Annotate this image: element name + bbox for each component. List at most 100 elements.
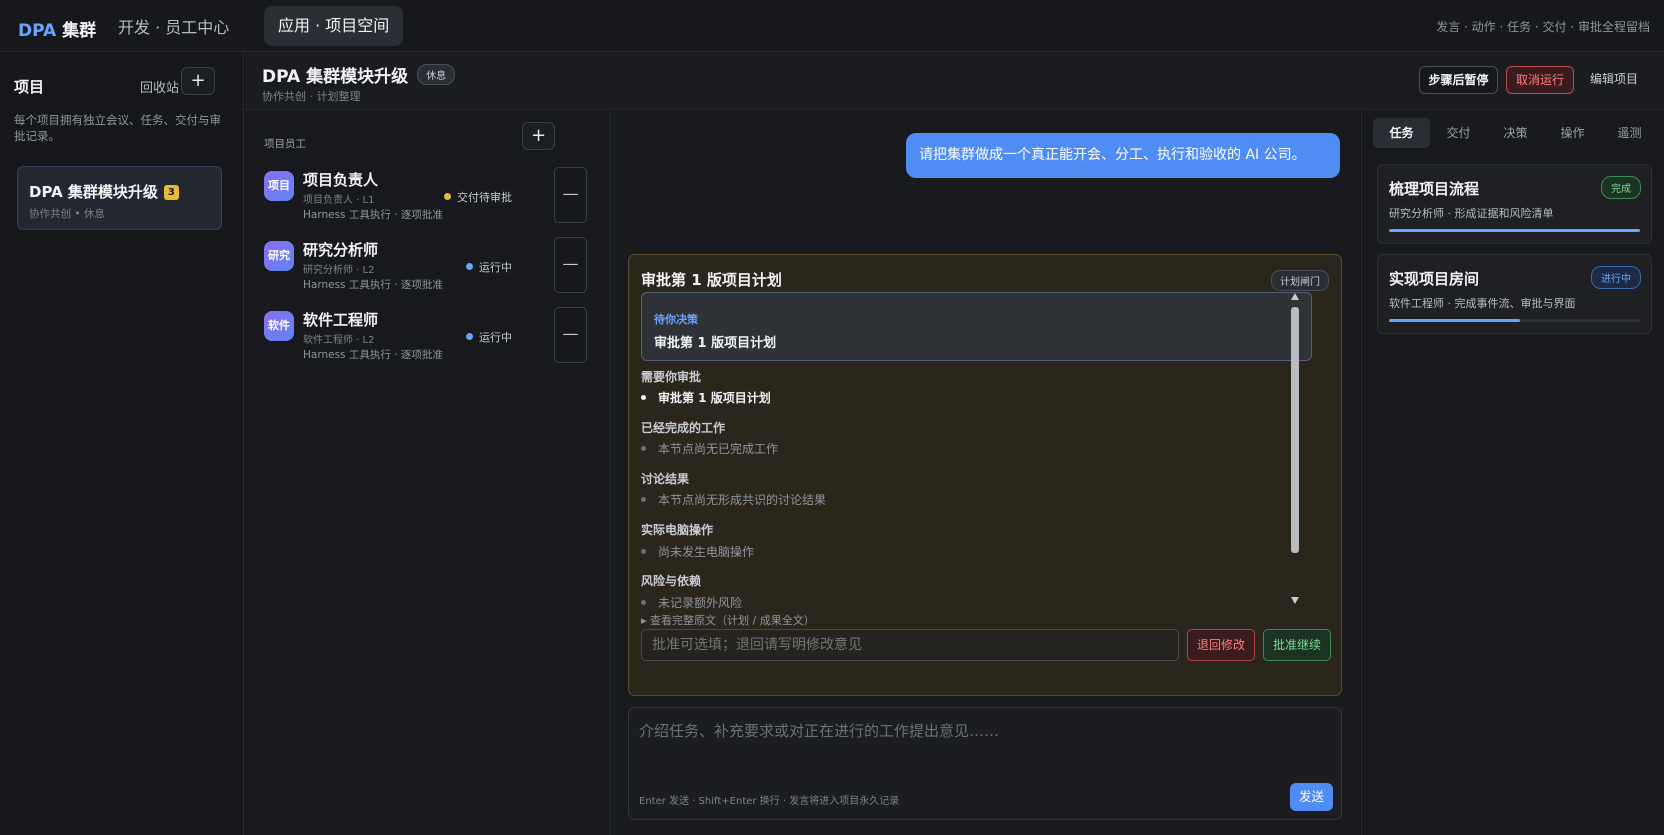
- task-sub: 研究分析师 · 形成证据和风险清单: [1389, 207, 1554, 220]
- task-progress-bar: [1389, 319, 1640, 322]
- tab-tasks[interactable]: 任务: [1373, 118, 1430, 148]
- page-subtitle: 协作共创 · 计划整理: [262, 90, 361, 103]
- avatar: 研究: [264, 241, 294, 271]
- status-dot-icon: [466, 263, 473, 270]
- right-tabs: 任务 交付 决策 操作 遥测: [1373, 118, 1658, 148]
- scrollbar-thumb[interactable]: [1291, 307, 1299, 553]
- user-message-bubble: 请把集群做成一个真正能开会、分工、执行和验收的 AI 公司。: [906, 133, 1340, 178]
- member-name: 研究分析师: [303, 241, 379, 259]
- pending-decision-box: 待你决策 审批第 1 版项目计划: [641, 292, 1312, 361]
- member-collapse-button[interactable]: —: [554, 307, 587, 363]
- nav-dev-employee-center[interactable]: 开发 · 员工中心: [118, 14, 229, 38]
- gate-scrollbar[interactable]: [1290, 291, 1300, 609]
- task-status-badge: 进行中: [1591, 266, 1641, 289]
- task-title: 梳理项目流程: [1389, 180, 1480, 198]
- member-status: 交付待审批: [422, 189, 512, 205]
- member-tooling: Harness 工具执行 · 逐项批准: [303, 209, 443, 221]
- member-name: 项目负责人: [303, 171, 379, 189]
- section-item: 本节点尚无形成共识的讨论结果: [658, 493, 827, 507]
- bullet-icon: [641, 549, 646, 554]
- project-card-sub: 协作共创 • 休息: [29, 208, 105, 220]
- section-title: 风险与依赖: [641, 574, 702, 588]
- pending-label: 待你决策: [654, 313, 698, 326]
- pause-after-step-button[interactable]: 步骤后暂停: [1419, 66, 1498, 94]
- tab-deliverables[interactable]: 交付: [1430, 118, 1487, 148]
- member-role: 项目负责人 · L1: [303, 195, 375, 206]
- status-badge: 休息: [417, 64, 456, 85]
- gate-tag: 计划闸门: [1271, 270, 1329, 291]
- member-row[interactable]: 软件 软件工程师 软件工程师 · L2 Harness 工具执行 · 逐项批准 …: [245, 307, 611, 381]
- cancel-run-button[interactable]: 取消运行: [1506, 66, 1574, 94]
- scroll-down-icon[interactable]: [1291, 597, 1299, 604]
- project-count-badge: 3: [163, 185, 179, 200]
- section-title: 讨论结果: [641, 472, 690, 486]
- sidebar-description: 每个项目拥有独立会议、任务、交付与审批记录。: [14, 113, 221, 143]
- member-tooling: Harness 工具执行 · 逐项批准: [303, 279, 443, 291]
- scroll-up-icon[interactable]: [1291, 293, 1299, 300]
- view-full-text-toggle[interactable]: ▸ 查看完整原文（计划 / 成果全文）: [641, 612, 815, 628]
- tab-telemetry[interactable]: 遥测: [1601, 118, 1658, 148]
- member-row[interactable]: 研究 研究分析师 研究分析师 · L2 Harness 工具执行 · 逐项批准 …: [245, 237, 611, 311]
- composer-hint: Enter 发送 · Shift+Enter 换行 · 发言将进入项目永久记录: [639, 796, 900, 807]
- members-panel: 项目员工 + 项目 项目负责人 项目负责人 · L1 Harness 工具执行 …: [245, 111, 611, 835]
- task-card[interactable]: 实现项目房间 进行中 软件工程师 · 完成事件流、审批与界面: [1377, 254, 1652, 334]
- task-progress-fill: [1389, 319, 1520, 322]
- message-composer[interactable]: 介绍任务、补充要求或对正在进行的工作提出意见…… Enter 发送 · Shif…: [628, 707, 1342, 820]
- member-row[interactable]: 项目 项目负责人 项目负责人 · L1 Harness 工具执行 · 逐项批准 …: [245, 167, 611, 241]
- top-bar: DPA 集群 开发 · 员工中心 应用 · 项目空间 发言 · 动作 · 任务 …: [0, 0, 1664, 52]
- task-sub: 软件工程师 · 完成事件流、审批与界面: [1389, 297, 1576, 310]
- task-progress-fill: [1389, 229, 1640, 232]
- approval-comment-input[interactable]: [641, 629, 1179, 661]
- bullet-icon: [641, 446, 646, 451]
- right-panel: 任务 交付 决策 操作 遥测 梳理项目流程 完成 研究分析师 · 形成证据和风险…: [1361, 111, 1664, 835]
- approval-gate-card: 审批第 1 版项目计划 计划闸门 待你决策 审批第 1 版项目计划 需要你审批 …: [628, 254, 1342, 696]
- member-status: 运行中: [422, 259, 512, 275]
- member-role: 软件工程师 · L2: [303, 335, 375, 346]
- section-item: 尚未发生电脑操作: [658, 545, 755, 559]
- section-item: 本节点尚无已完成工作: [658, 442, 779, 456]
- section-title: 已经完成的工作: [641, 421, 726, 435]
- app-logo[interactable]: DPA 集群: [18, 16, 96, 41]
- project-card-name: DPA 集群模块升级: [29, 183, 158, 201]
- add-member-button[interactable]: +: [522, 122, 555, 150]
- project-card[interactable]: DPA 集群模块升级 3 协作共创 • 休息: [17, 166, 222, 230]
- edit-project-button[interactable]: 编辑项目: [1582, 66, 1646, 94]
- gate-title: 审批第 1 版项目计划: [641, 271, 782, 289]
- add-project-button[interactable]: +: [181, 67, 215, 95]
- status-dot-icon: [444, 193, 451, 200]
- tab-decisions[interactable]: 决策: [1487, 118, 1544, 148]
- task-title: 实现项目房间: [1389, 270, 1480, 288]
- task-status-badge: 完成: [1601, 176, 1641, 199]
- member-role: 研究分析师 · L2: [303, 265, 375, 276]
- section-title: 实际电脑操作: [641, 523, 714, 537]
- member-tooling: Harness 工具执行 · 逐项批准: [303, 349, 443, 361]
- avatar: 软件: [264, 311, 294, 341]
- section-item: 未记录额外风险: [658, 596, 743, 610]
- bullet-icon: [641, 497, 646, 502]
- status-dot-icon: [466, 333, 473, 340]
- task-progress-bar: [1389, 229, 1640, 232]
- member-name: 软件工程师: [303, 311, 379, 329]
- project-header: DPA 集群模块升级 休息 协作共创 · 计划整理 步骤后暂停 取消运行 编辑项目: [245, 52, 1664, 110]
- member-status: 运行中: [422, 329, 512, 345]
- project-sidebar: 项目 回收站 + 每个项目拥有独立会议、任务、交付与审批记录。 DPA 集群模块…: [0, 52, 244, 835]
- member-collapse-button[interactable]: —: [554, 237, 587, 293]
- task-card[interactable]: 梳理项目流程 完成 研究分析师 · 形成证据和风险清单: [1377, 164, 1652, 244]
- tab-operations[interactable]: 操作: [1544, 118, 1601, 148]
- section-item: 审批第 1 版项目计划: [658, 391, 771, 405]
- nav-app-project-space[interactable]: 应用 · 项目空间: [264, 6, 404, 46]
- pending-value: 审批第 1 版项目计划: [654, 336, 777, 351]
- approve-continue-button[interactable]: 批准继续: [1263, 629, 1331, 661]
- page-title: DPA 集群模块升级: [262, 67, 409, 87]
- members-label: 项目员工: [264, 138, 306, 150]
- bullet-icon: [641, 395, 646, 400]
- return-for-changes-button[interactable]: 退回修改: [1187, 629, 1255, 661]
- send-button[interactable]: 发送: [1290, 783, 1333, 811]
- recycle-bin-link[interactable]: 回收站: [140, 77, 179, 96]
- composer-input[interactable]: 介绍任务、补充要求或对正在进行的工作提出意见……: [639, 720, 999, 741]
- avatar: 项目: [264, 171, 294, 201]
- audit-trail-links: 发言 · 动作 · 任务 · 交付 · 审批全程留档: [1436, 20, 1650, 34]
- bullet-icon: [641, 600, 646, 605]
- sidebar-title: 项目: [14, 78, 45, 96]
- member-collapse-button[interactable]: —: [554, 167, 587, 223]
